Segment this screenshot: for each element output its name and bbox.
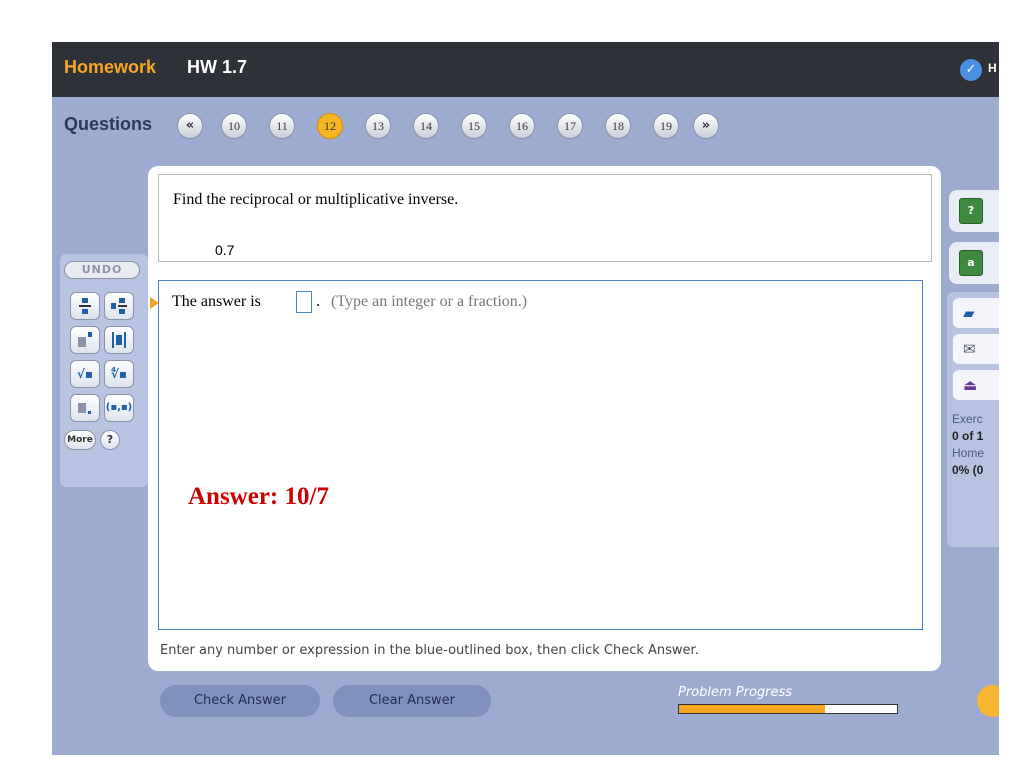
print-icon: ⏏ bbox=[963, 376, 978, 394]
nth-root-icon[interactable]: ∜▪ bbox=[104, 360, 134, 388]
help-button[interactable]: ? bbox=[100, 430, 120, 450]
homework-score: 0% (0 bbox=[952, 463, 984, 477]
more-button[interactable]: More bbox=[64, 430, 96, 450]
question-17-button[interactable]: 17 bbox=[557, 113, 583, 139]
eraser-icon: ▰ bbox=[963, 304, 975, 322]
header-right-link[interactable]: H bbox=[988, 61, 997, 75]
check-circle-icon[interactable]: ✓ bbox=[960, 59, 982, 81]
print-button[interactable]: ⏏ bbox=[953, 370, 999, 400]
square-root-icon[interactable]: √▪ bbox=[70, 360, 100, 388]
exercise-label: Exerc bbox=[952, 412, 983, 426]
app-window: Homework HW 1.7 ✓ H Questions « 10 11 12… bbox=[52, 42, 999, 755]
clear-answer-button[interactable]: Clear Answer bbox=[333, 685, 491, 717]
math-palette: UNDO √▪ ∜▪ (▪,▪) More ? bbox=[60, 254, 148, 487]
section-label: Homework bbox=[64, 57, 157, 77]
answer-area bbox=[158, 280, 923, 630]
absolute-value-icon[interactable] bbox=[104, 326, 134, 354]
question-box: Find the reciprocal or multiplicative in… bbox=[158, 174, 932, 262]
answer-annotation: Answer: 10/7 bbox=[188, 483, 329, 510]
question-19-button[interactable]: 19 bbox=[653, 113, 679, 139]
question-card: Find the reciprocal or multiplicative in… bbox=[148, 166, 941, 671]
decimal-icon[interactable] bbox=[70, 394, 100, 422]
fraction-icon[interactable] bbox=[70, 292, 100, 320]
textbook-button[interactable]: ▰ bbox=[953, 298, 999, 328]
question-11-button[interactable]: 11 bbox=[269, 113, 295, 139]
exercise-score: 0 of 1 bbox=[952, 429, 984, 443]
answer-input[interactable] bbox=[296, 291, 312, 313]
envelope-icon: ✉ bbox=[963, 340, 976, 358]
exponent-icon[interactable] bbox=[70, 326, 100, 354]
ask-instructor-button[interactable]: ✉ bbox=[953, 334, 999, 364]
problem-progress-bar bbox=[678, 704, 898, 714]
question-instruction: Find the reciprocal or multiplicative in… bbox=[173, 191, 459, 208]
undo-button[interactable]: UNDO bbox=[64, 261, 140, 279]
question-10-button[interactable]: 10 bbox=[221, 113, 247, 139]
assignment-name: HW 1.7 bbox=[187, 57, 248, 77]
header-bar: Homework HW 1.7 ✓ H bbox=[52, 42, 999, 97]
prev-questions-button[interactable]: « bbox=[177, 113, 203, 139]
question-13-button[interactable]: 13 bbox=[365, 113, 391, 139]
question-14-button[interactable]: 14 bbox=[413, 113, 439, 139]
question-12-button[interactable]: 12 bbox=[317, 113, 343, 139]
footer-hint: Enter any number or expression in the bl… bbox=[160, 643, 699, 658]
book-example-icon: a bbox=[959, 250, 983, 276]
next-questions-button[interactable]: » bbox=[693, 113, 719, 139]
questions-label: Questions bbox=[64, 114, 153, 134]
right-tools-panel: ▰ ✉ ⏏ Exerc 0 of 1 Home 0% (0 bbox=[947, 292, 999, 547]
answer-hint: (Type an integer or a fraction.) bbox=[331, 293, 528, 310]
question-value: 0.7 bbox=[215, 242, 235, 258]
book-icon: ? bbox=[959, 198, 983, 224]
problem-progress-fill bbox=[679, 705, 826, 713]
problem-progress-label: Problem Progress bbox=[678, 685, 793, 700]
check-answer-button[interactable]: Check Answer bbox=[160, 685, 320, 717]
answer-prefix: The answer is bbox=[172, 293, 261, 310]
help-me-solve-this-button[interactable]: ? bbox=[949, 190, 999, 232]
next-step-button[interactable] bbox=[977, 685, 999, 717]
question-15-button[interactable]: 15 bbox=[461, 113, 487, 139]
view-example-button[interactable]: a bbox=[949, 242, 999, 284]
question-16-button[interactable]: 16 bbox=[509, 113, 535, 139]
homework-label: Home bbox=[952, 446, 985, 460]
answer-suffix: . bbox=[316, 293, 320, 310]
mixed-number-icon[interactable] bbox=[104, 292, 134, 320]
pointer-arrow-icon bbox=[150, 297, 159, 309]
ordered-pair-icon[interactable]: (▪,▪) bbox=[104, 394, 134, 422]
question-18-button[interactable]: 18 bbox=[605, 113, 631, 139]
